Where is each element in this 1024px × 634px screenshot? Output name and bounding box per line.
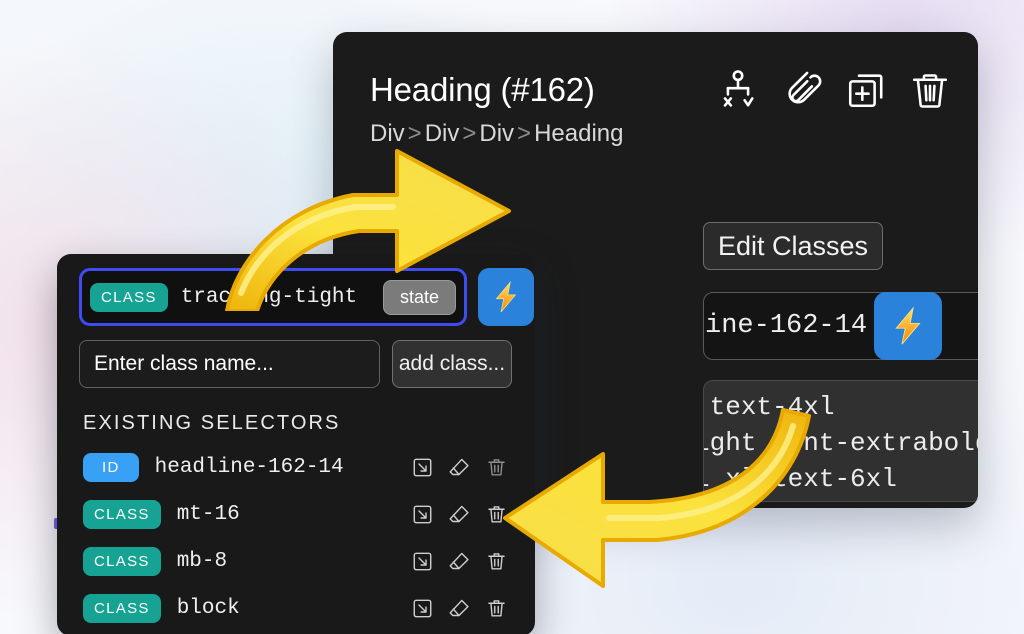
selector-name: mt-16 xyxy=(176,503,240,526)
trash-icon[interactable] xyxy=(486,551,507,572)
list-item[interactable]: CLASS mt-16 xyxy=(57,491,535,538)
class-list-textarea[interactable]: mb-8 block text-4xl tracking-tight font-… xyxy=(703,380,978,502)
row-actions xyxy=(412,504,507,525)
screenshot-stage: Heading (#162) Div>Div>Div>Heading xyxy=(0,0,1024,634)
lightning-button[interactable] xyxy=(478,268,534,326)
active-class-row[interactable]: CLASS tracking-tight state xyxy=(79,268,467,326)
link-icon[interactable] xyxy=(780,68,824,112)
class-line-1: tracking-tight font-extrabold xyxy=(704,428,978,458)
eraser-icon[interactable] xyxy=(449,504,470,525)
class-name-input[interactable] xyxy=(79,340,380,388)
breadcrumb-item-2[interactable]: Div xyxy=(479,120,514,147)
move-to-icon[interactable] xyxy=(412,457,433,478)
list-item[interactable]: CLASS block xyxy=(57,585,535,632)
move-to-icon[interactable] xyxy=(412,598,433,619)
row-actions xyxy=(412,457,507,478)
breadcrumb: Div > Div > Div > Heading xyxy=(370,120,950,148)
list-item[interactable]: ID headline-162-14 xyxy=(57,444,535,491)
move-to-icon[interactable] xyxy=(412,504,433,525)
select-parent-icon[interactable] xyxy=(716,68,760,112)
list-item[interactable]: CLASS mb-8 xyxy=(57,538,535,585)
existing-selectors-list: ID headline-162-14 CLASS mt-16 CLASS mb-… xyxy=(57,444,535,634)
selector-name: headline-162-14 xyxy=(154,456,344,479)
breadcrumb-item-3[interactable]: Heading xyxy=(534,120,623,147)
breadcrumb-separator: > xyxy=(517,120,532,147)
class-editor-popup: CLASS tracking-tight state add class... … xyxy=(57,254,535,634)
class-badge: CLASS xyxy=(83,547,161,576)
selector-name: mb-8 xyxy=(176,550,228,573)
duplicate-icon[interactable] xyxy=(844,68,888,112)
trash-icon[interactable] xyxy=(908,68,952,112)
add-class-button[interactable]: add class... xyxy=(392,340,512,388)
breadcrumb-separator: > xyxy=(462,120,477,147)
trash-icon[interactable] xyxy=(486,457,507,478)
trash-icon[interactable] xyxy=(486,504,507,525)
lightning-button[interactable] xyxy=(874,292,942,360)
class-line-0: mb-8 block text-4xl xyxy=(704,392,835,422)
breadcrumb-item-1[interactable]: Div xyxy=(425,120,460,147)
panel-toolbar xyxy=(716,68,952,112)
active-class-name: tracking-tight xyxy=(180,285,358,309)
state-chip[interactable]: state xyxy=(382,279,456,315)
selector-name: block xyxy=(176,597,240,620)
breadcrumb-item-0[interactable]: Div xyxy=(370,120,405,147)
id-badge: ID xyxy=(83,453,139,482)
class-badge: CLASS xyxy=(90,282,168,312)
lightning-icon xyxy=(895,306,921,345)
add-class-row: add class... xyxy=(79,340,512,388)
eraser-icon[interactable] xyxy=(449,598,470,619)
eraser-icon[interactable] xyxy=(449,457,470,478)
lightning-icon xyxy=(495,280,517,313)
row-actions xyxy=(412,551,507,572)
class-line-2: lg:text-5xl xl:text-6xl xyxy=(704,464,897,494)
existing-selectors-heading: EXISTING SELECTORS xyxy=(83,412,341,434)
breadcrumb-separator: > xyxy=(407,120,422,147)
edit-classes-button[interactable]: Edit Classes xyxy=(703,222,884,270)
eraser-icon[interactable] xyxy=(449,551,470,572)
class-badge: CLASS xyxy=(83,594,161,623)
move-to-icon[interactable] xyxy=(412,551,433,572)
trash-icon[interactable] xyxy=(486,598,507,619)
class-badge: CLASS xyxy=(83,500,161,529)
row-actions xyxy=(412,598,507,619)
